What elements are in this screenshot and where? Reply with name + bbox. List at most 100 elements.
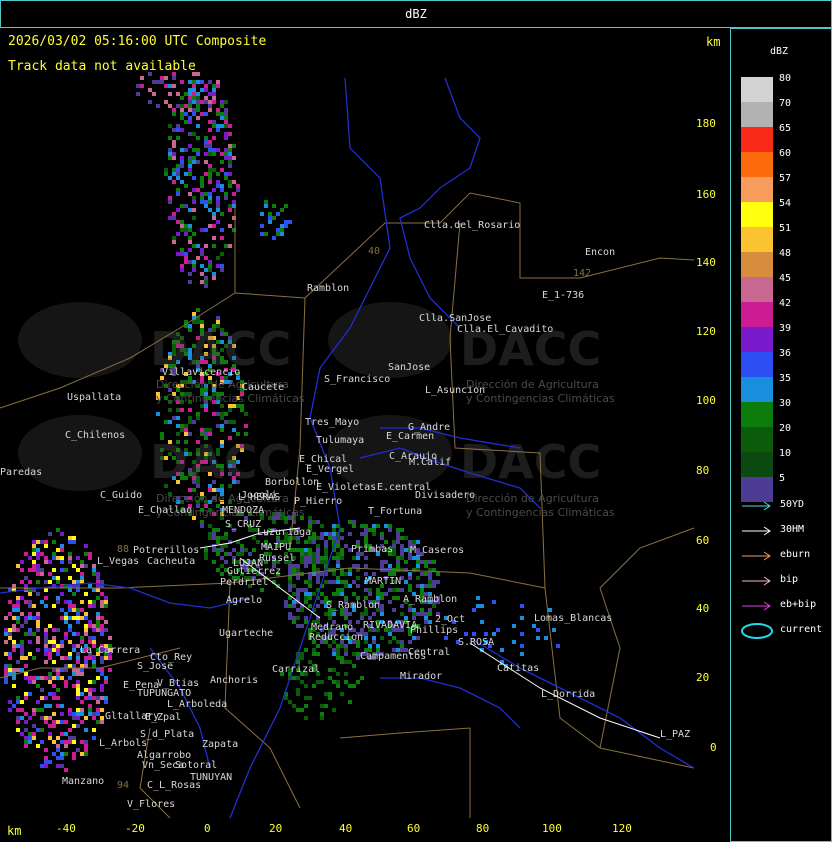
x-tick-label: -20 — [125, 822, 145, 835]
track-arrow-icon — [742, 601, 771, 611]
legend-track-label: 30HM — [780, 524, 805, 535]
place-label: Anchoris — [210, 675, 259, 686]
place-label: Mirador — [400, 671, 443, 682]
track-arrow-icon — [742, 551, 771, 561]
y-tick-label: 180 — [696, 117, 716, 130]
timestamp-label: 2026/03/02 05:16:00 UTC Composite — [8, 34, 267, 49]
place-label: Reduccion — [309, 632, 364, 643]
legend-swatch — [741, 352, 773, 377]
place-label: La_Carrera — [80, 645, 141, 656]
place-label: 142 — [573, 268, 592, 279]
legend-swatch-label: 35 — [779, 373, 792, 384]
place-label: MARTIN — [365, 576, 402, 587]
place-label: 40 — [368, 246, 381, 257]
place-label: Sotoral — [175, 760, 218, 771]
x-tick-label: 80 — [476, 822, 490, 835]
legend-track-label: bip — [780, 574, 799, 585]
axis-unit-bottom: km — [7, 824, 22, 838]
place-label: Paredas — [0, 467, 43, 478]
legend-swatch-label: 5 — [779, 473, 786, 484]
y-tick-label: 80 — [696, 464, 710, 477]
legend-swatch-label: 65 — [779, 123, 792, 134]
y-tick-label: 0 — [710, 741, 717, 754]
place-label: 88 — [117, 544, 130, 555]
legend-swatch-label: 57 — [779, 173, 792, 184]
place-label: E_Carmen — [386, 431, 435, 442]
place-label: Cacheuta — [147, 556, 196, 567]
svg-text:DACC: DACC — [460, 435, 601, 489]
axis-unit-top: km — [706, 35, 721, 49]
place-label: M.Calif — [409, 457, 452, 468]
legend-track-label: eburn — [780, 549, 811, 560]
y-tick-label: 20 — [696, 671, 710, 684]
watermark-line: y Contingencias Climáticas — [466, 506, 615, 519]
place-label: L_Arbols — [99, 738, 148, 749]
place-label: Luzuriaga — [257, 527, 312, 538]
place-label: Manzano — [62, 776, 105, 787]
place-label: TUPUNGATO — [137, 688, 192, 699]
watermark-line: Dirección de Agricultura — [466, 378, 599, 391]
place-label: Gutierrez — [227, 566, 282, 577]
legend-swatch-label: 36 — [779, 348, 792, 359]
x-tick-label: 60 — [407, 822, 421, 835]
legend-swatch-label: 54 — [779, 198, 792, 209]
place-label: Zapata — [202, 739, 239, 750]
watermark-line: y Contingencias Climáticas — [156, 392, 305, 405]
place-label: C_Guido — [100, 490, 143, 501]
legend-swatch — [741, 277, 773, 302]
track-arrow-icon — [742, 501, 771, 511]
place-label: L_HERAS — [238, 492, 281, 503]
place-label: Potrerillos — [133, 545, 200, 556]
place-label: Uspallata — [67, 392, 122, 403]
legend-swatch — [741, 327, 773, 352]
place-label: C_Chilenos — [65, 430, 126, 441]
place-label: S_Jose — [137, 661, 174, 672]
place-label: Phillips — [410, 625, 459, 636]
legend-swatch — [741, 377, 773, 402]
place-label: C_L_Rosas — [147, 780, 202, 791]
place-label: Borbollon — [265, 477, 320, 488]
place-label: S_CRUZ — [225, 519, 262, 530]
y-tick-label: 40 — [696, 602, 710, 615]
place-label: Encon — [585, 247, 616, 258]
track-arrow-icon — [742, 576, 771, 586]
watermark-line: Dirección de Agricultura — [466, 492, 599, 505]
place-label: Clla.del_Rosario — [424, 220, 521, 231]
legend-swatch — [741, 177, 773, 202]
legend-swatch-label: 48 — [779, 248, 792, 259]
legend-swatch-label: 51 — [779, 223, 792, 234]
legend-swatch-label: 60 — [779, 148, 792, 159]
place-label: T_Fortuna — [368, 506, 423, 517]
legend-swatch-label: 80 — [779, 73, 792, 84]
current-ellipse-icon — [741, 623, 773, 639]
place-label: S_Francisco — [324, 374, 391, 385]
place-label: Central — [408, 647, 451, 658]
x-tick-label: -40 — [56, 822, 76, 835]
window-title: dBZ — [405, 7, 427, 21]
legend-track-label: 50YD — [780, 499, 805, 510]
place-label: S.ROSA — [458, 637, 495, 648]
place-label: Primbas — [351, 544, 394, 555]
place-label: P_Hierro — [294, 496, 343, 507]
place-label: Ramblon — [307, 283, 350, 294]
watermark-line: y Contingencias Climáticas — [466, 392, 615, 405]
place-label: E_Violetas — [316, 482, 377, 493]
legend-swatch — [741, 127, 773, 152]
place-label: Divisadero — [415, 490, 476, 501]
x-tick-label: 20 — [269, 822, 283, 835]
x-tick-label: 100 — [542, 822, 562, 835]
place-label: Clla.El_Cavadito — [457, 324, 554, 335]
place-label: E_Vergel — [306, 464, 355, 475]
place-label: E_Zpal — [145, 712, 182, 723]
place-label: Lomas_Blancas — [534, 613, 613, 624]
place-label: Catitas — [497, 663, 540, 674]
place-label: E_1-736 — [542, 290, 585, 301]
y-tick-label: 60 — [696, 534, 710, 547]
place-label: MAIPU — [261, 542, 292, 553]
place-label: Clla.SanJose — [419, 313, 492, 324]
legend-swatch — [741, 102, 773, 127]
place-label: Agrelo — [226, 595, 263, 606]
place-label: V_Flores — [127, 799, 176, 810]
y-tick-label: 160 — [696, 188, 716, 201]
legend-swatch-label: 45 — [779, 273, 792, 284]
